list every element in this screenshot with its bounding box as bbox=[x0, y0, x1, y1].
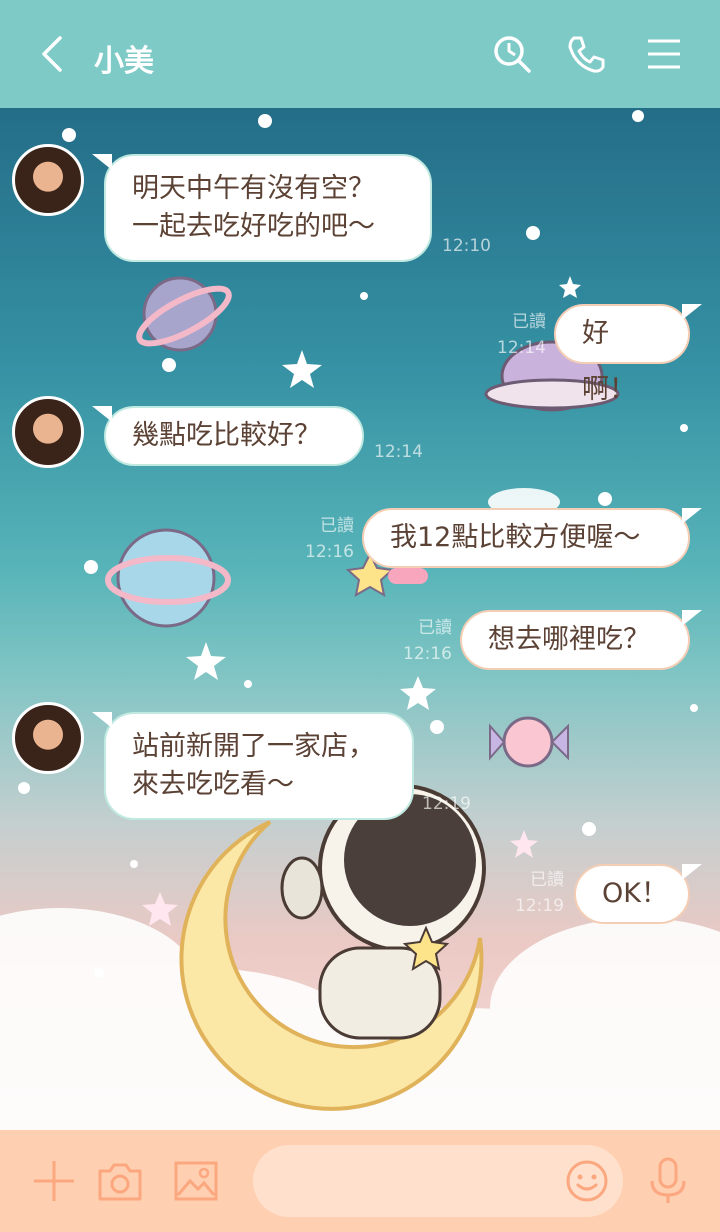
message-time: 12:16 bbox=[305, 542, 354, 562]
read-receipt: 已讀 bbox=[512, 312, 546, 332]
message-time: 12:19 bbox=[422, 794, 471, 814]
emoji-button[interactable] bbox=[563, 1157, 611, 1205]
chevron-left-icon bbox=[42, 36, 62, 72]
message-time: 12:14 bbox=[374, 442, 423, 462]
camera-button[interactable] bbox=[94, 1155, 146, 1207]
avatar[interactable] bbox=[12, 144, 84, 216]
message-bubble[interactable]: 站前新開了一家店， 來去吃吃看～ bbox=[92, 712, 414, 820]
chat-title: 小美 bbox=[94, 44, 154, 79]
chat-area[interactable]: 明天中午有沒有空？ 一起去吃好吃的吧～ 12:10 好啊！ 已讀 12:14 幾… bbox=[0, 108, 720, 1130]
message-text: 站前新開了一家店， bbox=[132, 731, 375, 762]
back-button[interactable] bbox=[28, 30, 76, 78]
message-time: 12:19 bbox=[515, 896, 564, 916]
read-receipt: 已讀 bbox=[530, 870, 564, 890]
chat-header: 小美 bbox=[0, 0, 720, 108]
search-icon bbox=[494, 36, 531, 73]
message-text: 一起去吃好吃的吧～ bbox=[132, 211, 375, 242]
message-bubble[interactable]: 我12點比較方便喔～ bbox=[362, 508, 702, 568]
message-text: 來去吃吃看～ bbox=[132, 769, 294, 800]
message-bubble[interactable]: 幾點吃比較好？ bbox=[92, 406, 364, 466]
message-input[interactable] bbox=[253, 1145, 623, 1217]
smiley-icon bbox=[566, 1160, 608, 1202]
message-text: 好啊！ bbox=[582, 318, 636, 405]
avatar[interactable] bbox=[12, 702, 84, 774]
read-receipt: 已讀 bbox=[418, 618, 452, 638]
message-text: 明天中午有沒有空？ bbox=[132, 173, 375, 204]
phone-icon bbox=[568, 36, 605, 73]
avatar[interactable] bbox=[12, 396, 84, 468]
call-button[interactable] bbox=[562, 30, 610, 78]
menu-button[interactable] bbox=[640, 30, 688, 78]
message-text: 想去哪裡吃？ bbox=[488, 624, 650, 655]
camera-icon bbox=[98, 1163, 142, 1201]
add-button[interactable] bbox=[28, 1155, 80, 1207]
message-text: OK！ bbox=[602, 878, 668, 909]
search-button[interactable] bbox=[488, 30, 536, 78]
message-bubble[interactable]: OK！ bbox=[574, 864, 702, 924]
message-time: 12:16 bbox=[403, 644, 452, 664]
message-text: 我12點比較方便喔～ bbox=[390, 522, 641, 553]
microphone-icon bbox=[650, 1157, 686, 1203]
image-icon bbox=[174, 1161, 218, 1201]
hamburger-menu-icon bbox=[648, 39, 680, 69]
message-bubble[interactable]: 好啊！ bbox=[554, 304, 702, 405]
message-bubble[interactable]: 明天中午有沒有空？ 一起去吃好吃的吧～ bbox=[92, 154, 432, 262]
plus-icon bbox=[34, 1161, 74, 1201]
image-button[interactable] bbox=[170, 1155, 222, 1207]
read-receipt: 已讀 bbox=[320, 516, 354, 536]
message-time: 12:14 bbox=[497, 338, 546, 358]
mic-button[interactable] bbox=[642, 1155, 694, 1207]
message-bubble[interactable]: 想去哪裡吃？ bbox=[460, 610, 702, 670]
message-time: 12:10 bbox=[442, 236, 491, 256]
message-text: 幾點吃比較好？ bbox=[132, 420, 321, 451]
